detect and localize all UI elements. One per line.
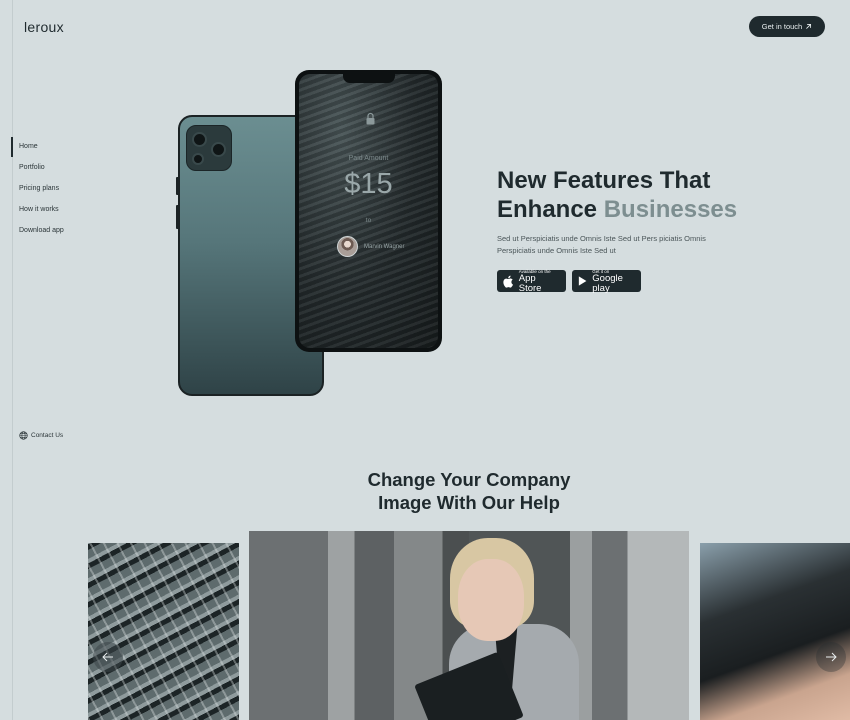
section-title-line1: Change Your Company xyxy=(367,469,571,490)
contact-us-label: Contact Us xyxy=(31,432,64,439)
google-play-icon xyxy=(578,276,587,286)
phone-side-button xyxy=(176,205,179,229)
avatar xyxy=(337,236,358,257)
phone-screen: Paid Amount $15 to Marvin Wagner xyxy=(299,74,438,348)
sidebar-divider xyxy=(12,0,13,720)
slide-businesswoman-image[interactable] xyxy=(249,531,689,720)
slide-building-image[interactable] xyxy=(88,543,239,720)
google-play-text: Get it on Google play xyxy=(592,269,635,294)
paid-amount-label: Paid Amount xyxy=(348,155,389,162)
nav-item-how-it-works[interactable]: How it works xyxy=(12,199,64,220)
slider-next-button[interactable] xyxy=(816,642,846,672)
google-play-big-label: Google play xyxy=(592,272,623,294)
get-in-touch-button[interactable]: Get in touch xyxy=(749,16,825,37)
arrow-up-right-icon xyxy=(806,23,812,29)
apple-icon xyxy=(503,275,513,288)
section-title-line2: Image With Our Help xyxy=(378,492,560,513)
hero-title-line2: Enhance xyxy=(497,196,604,223)
person-face xyxy=(458,559,524,641)
hero-description: Sed ut Perspiciatis unde Omnis Iste Sed … xyxy=(497,234,706,255)
slide-meeting-image[interactable] xyxy=(700,543,850,720)
phone-front-image: Paid Amount $15 to Marvin Wagner xyxy=(295,70,442,352)
app-store-big-label: App Store xyxy=(518,272,542,294)
nav-item-pricing-plans[interactable]: Pricing plans xyxy=(12,178,64,199)
app-store-button[interactable]: Available on the App Store xyxy=(497,269,566,294)
app-store-text: Available on the App Store xyxy=(519,269,560,294)
to-label: to xyxy=(365,217,372,224)
nav-item-home[interactable]: Home xyxy=(11,136,64,157)
camera-module xyxy=(186,125,232,171)
hero-title-accent: Businesses xyxy=(603,196,738,223)
phone-side-button xyxy=(176,177,179,195)
arrow-left-icon xyxy=(102,652,113,662)
get-in-touch-label: Get in touch xyxy=(761,22,803,31)
payee-name: Marvin Wagner xyxy=(364,243,405,250)
arrow-right-icon xyxy=(826,652,837,662)
camera-lens xyxy=(192,132,207,147)
section-title: Change Your Company Image With Our Help xyxy=(0,468,850,514)
lock-icon xyxy=(366,112,375,125)
hero-title-line1: New Features That xyxy=(497,167,711,194)
camera-lens xyxy=(211,142,226,157)
globe-icon xyxy=(19,431,28,440)
brand-logo[interactable]: leroux xyxy=(24,19,64,35)
paid-amount-value: $15 xyxy=(344,168,393,200)
payee: Marvin Wagner xyxy=(337,236,404,257)
side-nav: Home Portfolio Pricing plans How it work… xyxy=(11,136,64,241)
nav-item-portfolio[interactable]: Portfolio xyxy=(12,157,64,178)
contact-us-link[interactable]: Contact Us xyxy=(19,431,63,440)
camera-lens xyxy=(192,153,204,165)
nav-item-download-app[interactable]: Download app xyxy=(12,220,64,241)
slider-prev-button[interactable] xyxy=(93,642,123,672)
phone-notch xyxy=(343,74,395,83)
google-play-button[interactable]: Get it on Google play xyxy=(572,269,641,294)
hero-title: New Features That Enhance Businesses xyxy=(497,166,797,224)
